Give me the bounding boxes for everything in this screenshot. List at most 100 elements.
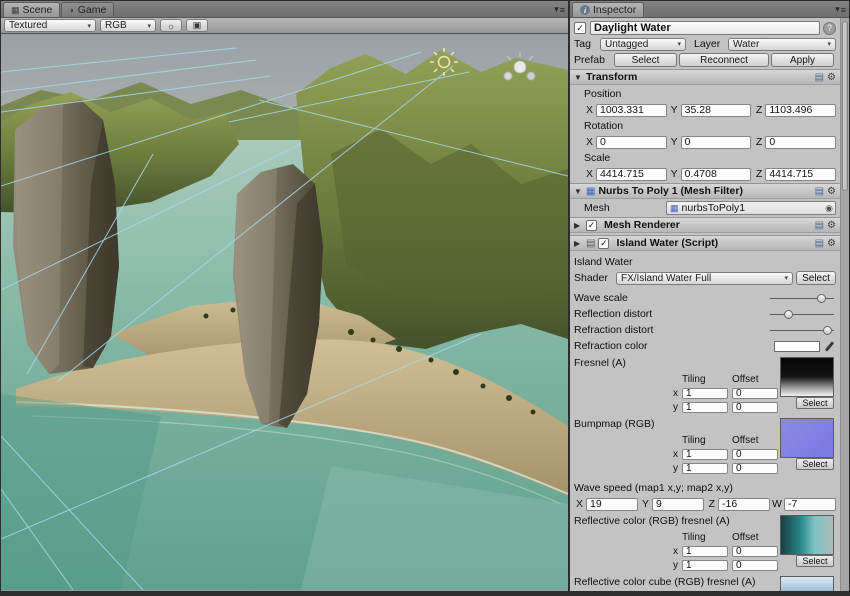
gear-icon[interactable]: ⚙ — [827, 186, 836, 197]
scrollbar-thumb[interactable] — [842, 21, 848, 191]
axis-z-label: Z — [753, 168, 763, 180]
reflective-texture-preview[interactable]: Select — [780, 515, 834, 567]
doc-icon[interactable]: ▤ — [815, 72, 824, 83]
gear-icon[interactable]: ⚙ — [827, 72, 836, 83]
tab-scene[interactable]: ▦ Scene — [3, 2, 60, 17]
wave-speed-y-field[interactable]: 9 — [652, 498, 704, 511]
scale-y-field[interactable]: 0.4708 — [681, 168, 752, 181]
refraction-color-swatch[interactable] — [774, 341, 820, 352]
fresnel-texture-preview[interactable]: Select — [780, 357, 834, 409]
foldout-open-icon[interactable]: ▼ — [574, 73, 583, 82]
tiling-x-field[interactable]: 1 — [682, 449, 728, 460]
foldout-closed-icon[interactable]: ▶ — [574, 239, 583, 248]
doc-icon[interactable]: ▤ — [815, 186, 824, 197]
inspector-scrollbar[interactable] — [840, 18, 849, 591]
texture-select-button[interactable]: Select — [796, 458, 834, 470]
offset-x-field[interactable]: 0 — [732, 449, 778, 460]
object-name-field[interactable]: Daylight Water — [590, 21, 820, 35]
tab-game[interactable]: ◗ Game — [61, 2, 114, 17]
bumpmap-texture-property: Bumpmap (RGB) Tiling Offset x 1 0 y 1 0 … — [574, 418, 836, 475]
inspector-tabbar: i Inspector ▾≡ — [570, 1, 849, 18]
texture-select-button[interactable]: Select — [796, 397, 834, 409]
active-checkbox[interactable]: ✓ — [574, 22, 586, 34]
offset-y-field[interactable]: 0 — [732, 463, 778, 474]
tiling-x-field[interactable]: 1 — [682, 546, 728, 557]
position-x-field[interactable]: 1003.331 — [596, 104, 667, 117]
refraction-distort-slider[interactable] — [770, 324, 834, 337]
transform-header[interactable]: ▼ Transform ▤ ⚙ — [570, 69, 840, 85]
position-z-field[interactable]: 1103.496 — [765, 104, 836, 117]
draw-mode-value: Textured — [9, 20, 47, 31]
mesh-renderer-checkbox[interactable]: ✓ — [586, 220, 597, 231]
scene-panel-menu-icon[interactable]: ▾≡ — [554, 4, 565, 15]
tag-dropdown[interactable]: Untagged ▾ — [600, 38, 686, 51]
menu-arrow-icon: ▾ — [835, 4, 840, 15]
gear-icon[interactable]: ⚙ — [827, 220, 836, 231]
mesh-grid-icon: ▦ — [670, 203, 679, 214]
scene-viewport[interactable] — [1, 34, 568, 590]
render-mode-dropdown[interactable]: RGB ▾ — [100, 19, 156, 32]
help-icon[interactable]: ? — [823, 22, 836, 35]
script-checkbox[interactable]: ✓ — [598, 238, 609, 249]
wave-speed-z-field[interactable]: -16 — [718, 498, 770, 511]
slider-thumb[interactable] — [784, 310, 793, 319]
wave-speed-x-field[interactable]: 19 — [586, 498, 638, 511]
wave-speed-w-field[interactable]: -7 — [784, 498, 836, 511]
foldout-open-icon[interactable]: ▼ — [574, 187, 583, 196]
prefab-reconnect-button[interactable]: Reconnect — [679, 53, 769, 67]
reflection-distort-label: Reflection distort — [574, 308, 652, 320]
offset-x-field[interactable]: 0 — [732, 546, 778, 557]
layer-dropdown[interactable]: Water ▾ — [728, 38, 836, 51]
shader-dropdown[interactable]: FX/Island Water Full ▾ — [616, 272, 793, 285]
mesh-filter-icon: ▦ — [586, 186, 595, 197]
axis-z-label: Z — [753, 104, 763, 116]
prefab-select-button[interactable]: Select — [614, 53, 677, 67]
reflective-cube-preview[interactable] — [780, 576, 834, 591]
offset-x-field[interactable]: 0 — [732, 388, 778, 399]
dropdown-arrow-icon: ▾ — [672, 40, 681, 48]
menu-arrow-icon: ▾ — [554, 4, 559, 15]
inspector-panel-menu-icon[interactable]: ▾≡ — [835, 4, 846, 15]
prefab-apply-button[interactable]: Apply — [771, 53, 834, 67]
mesh-object-field[interactable]: ▦ nurbsToPoly1 ◉ — [666, 201, 836, 215]
tab-inspector[interactable]: i Inspector — [572, 2, 644, 17]
rotation-x-field[interactable]: 0 — [596, 136, 667, 149]
refraction-color-label: Refraction color — [574, 340, 648, 352]
slider-thumb[interactable] — [817, 294, 826, 303]
layer-label: Layer — [694, 38, 728, 50]
axis-y-label: Y — [669, 136, 679, 148]
doc-icon[interactable]: ▤ — [815, 220, 824, 231]
scene-lighting-toggle[interactable]: ☼ — [160, 19, 182, 32]
draw-mode-dropdown[interactable]: Textured ▾ — [4, 19, 96, 32]
scene-fx-toggle[interactable]: ▣ — [186, 19, 208, 32]
row-y-label: y — [670, 463, 678, 474]
doc-icon[interactable]: ▤ — [815, 238, 824, 249]
texture-select-button[interactable]: Select — [796, 555, 834, 567]
eyedropper-icon[interactable] — [824, 340, 836, 353]
island-water-script-header[interactable]: ▶ ▤ ✓ Island Water (Script) ▤ ⚙ — [570, 235, 840, 251]
wave-scale-slider[interactable] — [770, 292, 834, 305]
scale-z-field[interactable]: 4414.715 — [765, 168, 836, 181]
rotation-z-field[interactable]: 0 — [765, 136, 836, 149]
tiling-y-field[interactable]: 1 — [682, 402, 728, 413]
tiling-y-field[interactable]: 1 — [682, 560, 728, 571]
object-picker-icon[interactable]: ◉ — [825, 203, 833, 214]
tiling-y-field[interactable]: 1 — [682, 463, 728, 474]
offset-y-field[interactable]: 0 — [732, 560, 778, 571]
scale-x-field[interactable]: 4414.715 — [596, 168, 667, 181]
offset-y-field[interactable]: 0 — [732, 402, 778, 413]
mesh-renderer-header[interactable]: ▶ ✓ Mesh Renderer ▤ ⚙ — [570, 217, 840, 233]
mesh-filter-header[interactable]: ▼ ▦ Nurbs To Poly 1 (Mesh Filter) ▤ ⚙ — [570, 183, 840, 199]
script-title: Island Water (Script) — [616, 237, 811, 249]
position-y-field[interactable]: 35.28 — [681, 104, 752, 117]
gear-icon[interactable]: ⚙ — [827, 238, 836, 249]
shader-select-button[interactable]: Select — [796, 271, 836, 285]
bumpmap-texture-preview[interactable]: Select — [780, 418, 834, 470]
tiling-x-field[interactable]: 1 — [682, 388, 728, 399]
slider-thumb[interactable] — [823, 326, 832, 335]
tab-scene-label: Scene — [23, 4, 53, 16]
check-icon: ✓ — [588, 220, 596, 231]
rotation-y-field[interactable]: 0 — [681, 136, 752, 149]
reflection-distort-slider[interactable] — [770, 308, 834, 321]
foldout-closed-icon[interactable]: ▶ — [574, 221, 583, 230]
